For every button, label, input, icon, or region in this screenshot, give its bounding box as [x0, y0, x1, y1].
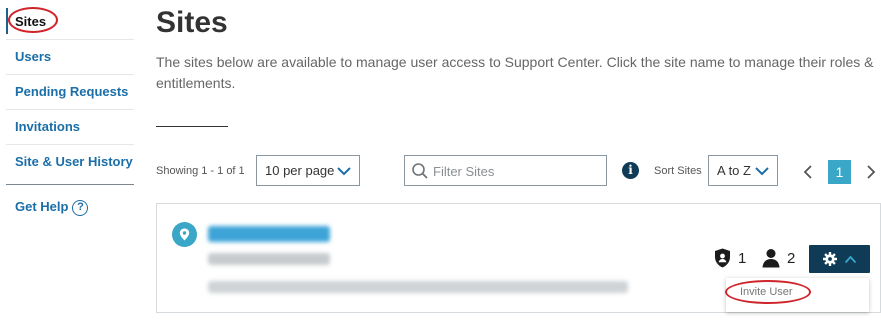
- per-page-select[interactable]: 10 per page: [256, 155, 360, 186]
- site-id: [208, 253, 330, 265]
- question-circle-icon: ?: [72, 199, 89, 216]
- divider: [156, 126, 228, 127]
- next-page-button[interactable]: [866, 164, 876, 180]
- user-count-value: 2: [787, 249, 796, 267]
- invite-user-menu-item[interactable]: Invite User: [740, 286, 793, 298]
- filter-sites-field[interactable]: [404, 155, 607, 186]
- site-name-link[interactable]: [208, 226, 330, 242]
- divider: [6, 184, 134, 185]
- current-page[interactable]: 1: [828, 160, 851, 184]
- sort-label: Sort Sites: [654, 165, 702, 177]
- site-actions-button[interactable]: [809, 245, 870, 273]
- chevron-down-icon: [755, 167, 769, 176]
- divider: [6, 39, 134, 40]
- user-count: 2: [762, 248, 795, 268]
- shield-user-icon: [715, 248, 730, 268]
- info-icon[interactable]: i: [622, 162, 639, 179]
- per-page-value: 10 per page: [265, 163, 335, 178]
- divider: [6, 144, 134, 145]
- get-help-link[interactable]: Get Help?: [15, 199, 89, 216]
- admin-count: 1: [714, 248, 746, 268]
- sidebar-item-site-user-history[interactable]: Site & User History: [15, 154, 133, 169]
- sort-select[interactable]: A to Z: [708, 155, 778, 186]
- gear-icon: [823, 252, 837, 266]
- filter-sites-input[interactable]: [433, 161, 601, 181]
- divider: [6, 109, 134, 110]
- site-address: [208, 281, 628, 293]
- page-title: Sites: [156, 6, 228, 39]
- active-indicator: [6, 8, 8, 34]
- chevron-up-icon: [844, 255, 857, 264]
- location-pin-icon: [172, 222, 197, 247]
- sidebar-item-users[interactable]: Users: [15, 49, 51, 64]
- sidebar-item-pending-requests[interactable]: Pending Requests: [15, 84, 128, 99]
- sort-value: A to Z: [717, 163, 751, 178]
- results-count: Showing 1 - 1 of 1: [156, 165, 245, 177]
- admin-count-value: 1: [738, 249, 747, 267]
- site-actions-menu: Invite User: [726, 278, 869, 312]
- sidebar-item-invitations[interactable]: Invitations: [15, 119, 80, 134]
- divider: [6, 74, 134, 75]
- page-description: The sites below are available to manage …: [156, 54, 874, 91]
- prev-page-button[interactable]: [803, 164, 813, 180]
- user-icon: [762, 249, 780, 268]
- chevron-down-icon: [337, 167, 351, 176]
- sidebar-item-sites[interactable]: Sites: [15, 14, 46, 29]
- get-help-label: Get Help: [15, 199, 69, 214]
- search-icon: [412, 163, 428, 179]
- sidebar: Sites Users Pending Requests Invitations…: [0, 0, 140, 326]
